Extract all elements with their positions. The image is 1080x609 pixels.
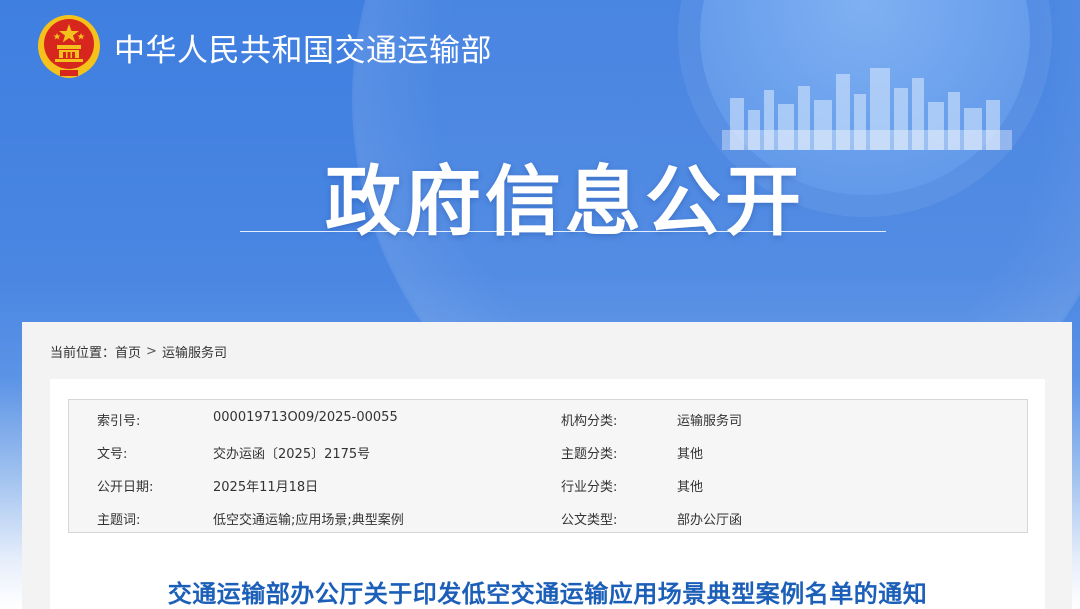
metadata-key: 机构分类: [561,414,618,429]
document-title: 交通运输部办公厅关于印发低空交通运输应用场景典型案例名单的通知 [167,580,928,608]
metadata-value: 低空交通运输;应用场景;典型案例 [213,513,404,528]
metadata-value: 部办公厅函 [677,513,743,528]
metadata-value: 其他 [677,480,704,495]
breadcrumb: 当前位置： 首页 > 运输服务司 [50,342,227,361]
metadata-value: 2025年11月18日 [213,480,319,495]
document-card: 索引号: 000019713O09/2025-00055 机构分类: 运输服务司… [50,379,1045,609]
metadata-key: 公文类型: [561,513,618,528]
metadata-key: 索引号: [97,414,141,429]
metadata-row: 索引号: 000019713O09/2025-00055 机构分类: 运输服务司 [69,402,1027,435]
title-divider [240,231,886,232]
breadcrumb-current-link[interactable]: 运输服务司 [162,342,227,361]
breadcrumb-separator: > [146,344,157,359]
content-panel: 当前位置： 首页 > 运输服务司 索引号: 000019713O09/2025-… [22,322,1072,609]
breadcrumb-home-link[interactable]: 首页 [115,342,141,361]
metadata-table: 索引号: 000019713O09/2025-00055 机构分类: 运输服务司… [68,399,1028,533]
metadata-value: 运输服务司 [677,414,743,429]
agency-name[interactable]: 中华人民共和国交通运输部 [114,25,492,70]
metadata-row: 主题词: 低空交通运输;应用场景;典型案例 公文类型: 部办公厅函 [69,501,1027,534]
metadata-value: 000019713O09/2025-00055 [213,410,398,425]
site-header: 中华人民共和国交通运输部 [36,14,492,80]
city-skyline-icon [722,68,1012,150]
metadata-key: 行业分类: [561,480,618,495]
page-title: 政府信息公开 [325,157,805,246]
national-emblem-icon[interactable] [36,14,102,80]
metadata-value: 交办运函〔2025〕2175号 [213,447,371,462]
metadata-row: 公开日期: 2025年11月18日 行业分类: 其他 [69,468,1027,501]
metadata-key: 公开日期: [97,480,154,495]
metadata-key: 主题词: [97,513,141,528]
metadata-value: 其他 [677,447,704,462]
metadata-row: 文号: 交办运函〔2025〕2175号 主题分类: 其他 [69,435,1027,468]
metadata-key: 主题分类: [561,447,618,462]
breadcrumb-label: 当前位置： [50,346,116,361]
metadata-key: 文号: [97,447,128,462]
